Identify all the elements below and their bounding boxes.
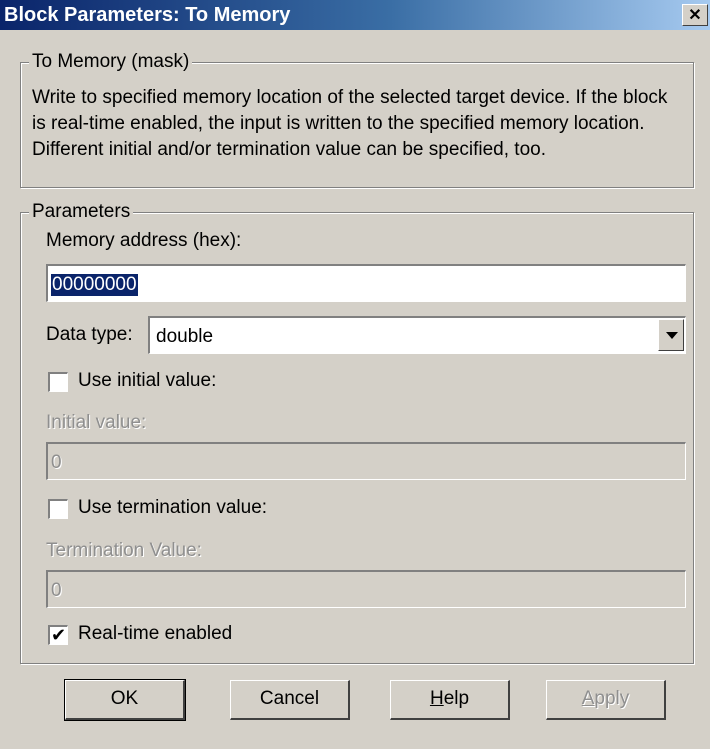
help-button-label: elp	[443, 688, 470, 709]
use-initial-value-checkbox[interactable]	[48, 372, 68, 392]
realtime-enabled-checkbox[interactable]: ✔	[48, 625, 68, 645]
initial-value-label: Initial value:	[46, 412, 147, 433]
checkmark-icon: ✔	[50, 625, 67, 645]
ok-button[interactable]: OK	[64, 679, 186, 721]
mask-group-legend: To Memory (mask)	[29, 51, 193, 73]
use-initial-value-label[interactable]: Use initial value:	[78, 370, 216, 392]
parameters-group-legend: Parameters	[29, 201, 134, 223]
termination-value-text: 0	[51, 580, 62, 601]
memory-address-value: 00000000	[51, 274, 138, 296]
cancel-button[interactable]: Cancel	[230, 680, 350, 720]
initial-value-field[interactable]: 0	[46, 442, 686, 480]
realtime-enabled-label[interactable]: Real-time enabled	[78, 623, 232, 645]
data-type-value: double	[156, 326, 214, 347]
memory-address-field[interactable]: 00000000	[46, 264, 686, 302]
initial-value-text: 0	[51, 452, 62, 473]
memory-address-label: Memory address (hex):	[46, 230, 242, 251]
chevron-down-icon[interactable]	[658, 319, 684, 351]
mask-description-group: To Memory (mask) Write to specified memo…	[20, 51, 694, 188]
help-button[interactable]: Help	[390, 680, 510, 720]
termination-value-label: Termination Value:	[46, 540, 202, 561]
help-mnemonic: H	[429, 688, 444, 709]
use-termination-value-label[interactable]: Use termination value:	[78, 497, 267, 519]
data-type-label: Data type:	[46, 324, 133, 345]
cancel-button-label: Cancel	[259, 688, 320, 709]
ok-button-label: OK	[110, 688, 139, 709]
apply-button-label: pply	[594, 688, 630, 709]
apply-mnemonic: A	[581, 688, 595, 709]
window-title: Block Parameters: To Memory	[4, 4, 291, 26]
close-icon[interactable]: ✕	[682, 4, 708, 26]
data-type-select[interactable]: double	[148, 316, 686, 354]
apply-button[interactable]: Apply	[546, 680, 666, 720]
termination-value-field[interactable]: 0	[46, 570, 686, 608]
use-termination-value-checkbox[interactable]	[48, 499, 68, 519]
title-bar[interactable]: Block Parameters: To Memory ✕	[0, 0, 710, 30]
mask-description-text: Write to specified memory location of th…	[32, 87, 668, 160]
